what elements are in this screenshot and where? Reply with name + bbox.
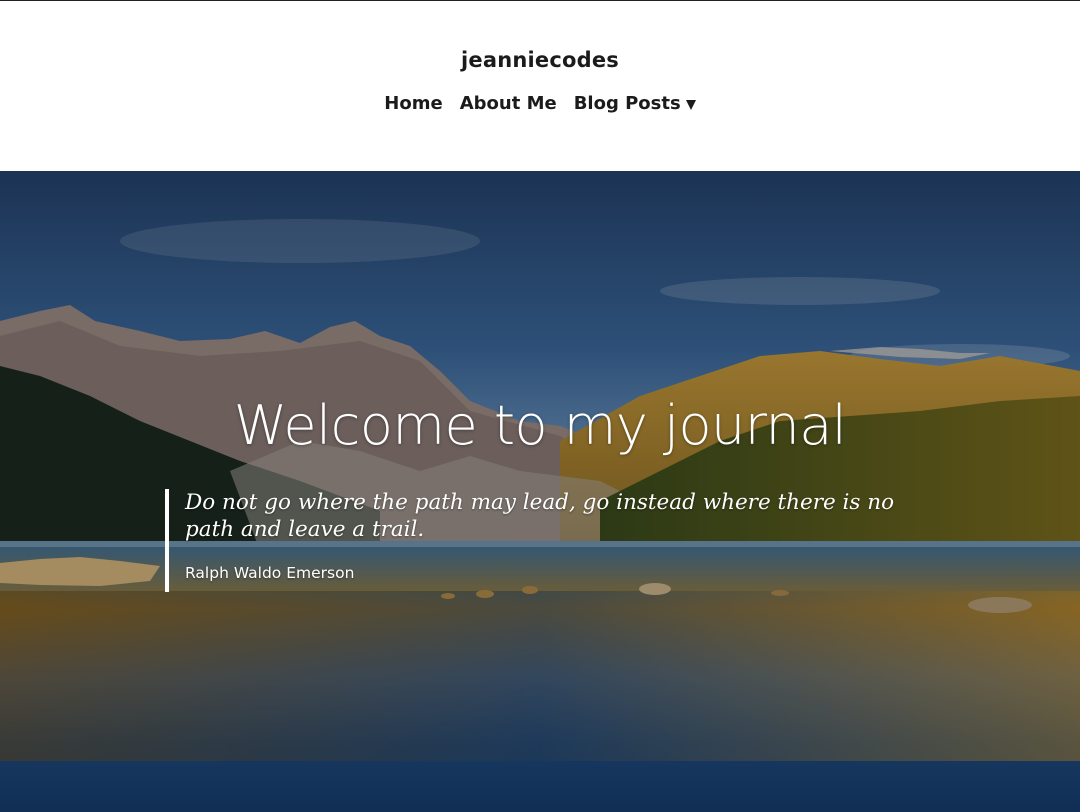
hero-title: Welcome to my journal: [233, 394, 847, 457]
quote-author: Ralph Waldo Emerson: [185, 564, 355, 582]
caret-down-icon: [685, 99, 696, 110]
nav-item-about-me[interactable]: About Me: [460, 93, 557, 114]
site-header: jeanniecodes Home About Me Blog Posts: [0, 1, 1080, 171]
main-nav: Home About Me Blog Posts: [0, 93, 1080, 114]
site-title-link[interactable]: jeanniecodes: [0, 48, 1080, 72]
hero-banner: Welcome to my journal Do not go where th…: [0, 171, 1080, 812]
nav-item-blog-posts-label: Blog Posts: [573, 93, 681, 114]
hero-quote: Do not go where the path may lead, go in…: [165, 489, 925, 592]
nav-item-blog-posts[interactable]: Blog Posts: [574, 93, 696, 114]
quote-text: Do not go where the path may lead, go in…: [185, 490, 895, 542]
nav-item-home[interactable]: Home: [384, 93, 442, 114]
